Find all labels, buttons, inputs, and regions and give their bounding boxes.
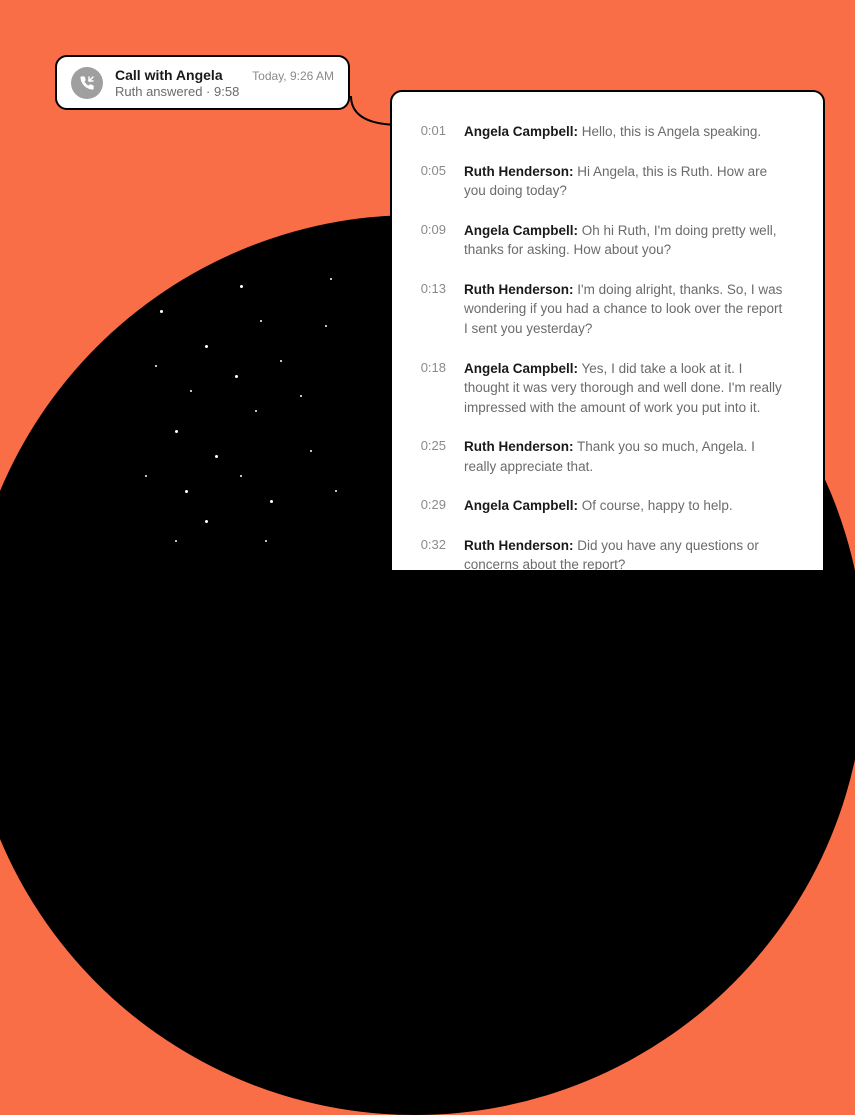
transcript-timestamp: 0:29: [416, 496, 446, 515]
star-icon: [325, 325, 327, 327]
transcript-row: 0:09 Angela Campbell: Oh hi Ruth, I'm doi…: [416, 221, 789, 260]
transcript-speaker: Angela Campbell:: [464, 498, 578, 513]
transcript-row: 0:32 Ruth Henderson: Did you have any que…: [416, 536, 789, 572]
star-icon: [255, 410, 257, 412]
transcript-text: Hello, this is Angela speaking.: [578, 124, 761, 139]
call-timestamp: Today, 9:26 AM: [252, 69, 334, 83]
star-icon: [205, 520, 208, 523]
transcript-timestamp: 0:13: [416, 280, 446, 299]
transcript-timestamp: 0:05: [416, 162, 446, 181]
transcript-row: 0:05 Ruth Henderson: Hi Angela, this is R…: [416, 162, 789, 201]
star-icon: [235, 375, 238, 378]
transcript-row: 0:01 Angela Campbell: Hello, this is Ange…: [416, 122, 789, 142]
transcript-panel[interactable]: 0:01 Angela Campbell: Hello, this is Ange…: [390, 90, 825, 572]
star-icon: [175, 430, 178, 433]
transcript-timestamp: 0:01: [416, 122, 446, 141]
star-icon: [260, 320, 262, 322]
star-icon: [240, 285, 243, 288]
star-icon: [215, 455, 218, 458]
star-icon: [145, 475, 147, 477]
transcript-timestamp: 0:25: [416, 437, 446, 456]
transcript-speaker: Ruth Henderson:: [464, 164, 574, 179]
star-icon: [280, 360, 282, 362]
star-icon: [265, 540, 267, 542]
transcript-row: 0:18 Angela Campbell: Yes, I did take a l…: [416, 359, 789, 418]
transcript-speaker: Ruth Henderson:: [464, 282, 574, 297]
transcript-line: Angela Campbell: Hello, this is Angela s…: [464, 122, 761, 142]
transcript-row: 0:29 Angela Campbell: Of course, happy to…: [416, 496, 789, 516]
call-title: Call with Angela: [115, 67, 223, 83]
star-icon: [330, 278, 332, 280]
star-icon: [190, 390, 192, 392]
transcript-line: Angela Campbell: Of course, happy to hel…: [464, 496, 733, 516]
transcript-list: 0:01 Angela Campbell: Hello, this is Ange…: [416, 122, 789, 572]
transcript-row: 0:13 Ruth Henderson: I'm doing alright, t…: [416, 280, 789, 339]
transcript-timestamp: 0:09: [416, 221, 446, 240]
star-icon: [300, 395, 302, 397]
transcript-line: Ruth Henderson: Did you have any questio…: [464, 536, 789, 572]
transcript-line: Ruth Henderson: I'm doing alright, thank…: [464, 280, 789, 339]
transcript-speaker: Angela Campbell:: [464, 223, 578, 238]
transcript-speaker: Ruth Henderson:: [464, 538, 574, 553]
transcript-timestamp: 0:18: [416, 359, 446, 378]
star-icon: [160, 310, 163, 313]
transcript-line: Angela Campbell: Oh hi Ruth, I'm doing p…: [464, 221, 789, 260]
transcript-line: Ruth Henderson: Hi Angela, this is Ruth.…: [464, 162, 789, 201]
star-icon: [185, 490, 188, 493]
star-icon: [205, 345, 208, 348]
call-summary-card[interactable]: Call with Angela Today, 9:26 AM Ruth ans…: [55, 55, 350, 110]
star-icon: [175, 540, 177, 542]
star-icon: [240, 475, 242, 477]
transcript-line: Ruth Henderson: Thank you so much, Angel…: [464, 437, 789, 476]
star-icon: [335, 490, 337, 492]
transcript-timestamp: 0:32: [416, 536, 446, 555]
transcript-speaker: Angela Campbell:: [464, 361, 578, 376]
star-icon: [270, 500, 273, 503]
call-info: Call with Angela Today, 9:26 AM Ruth ans…: [115, 67, 334, 99]
call-subtitle: Ruth answered · 9:58: [115, 84, 334, 99]
star-icon: [310, 450, 312, 452]
transcript-speaker: Angela Campbell:: [464, 124, 578, 139]
transcript-text: Of course, happy to help.: [578, 498, 733, 513]
phone-incoming-icon: [71, 67, 103, 99]
transcript-row: 0:25 Ruth Henderson: Thank you so much, A…: [416, 437, 789, 476]
transcript-line: Angela Campbell: Yes, I did take a look …: [464, 359, 789, 418]
transcript-speaker: Ruth Henderson:: [464, 439, 574, 454]
star-icon: [155, 365, 157, 367]
